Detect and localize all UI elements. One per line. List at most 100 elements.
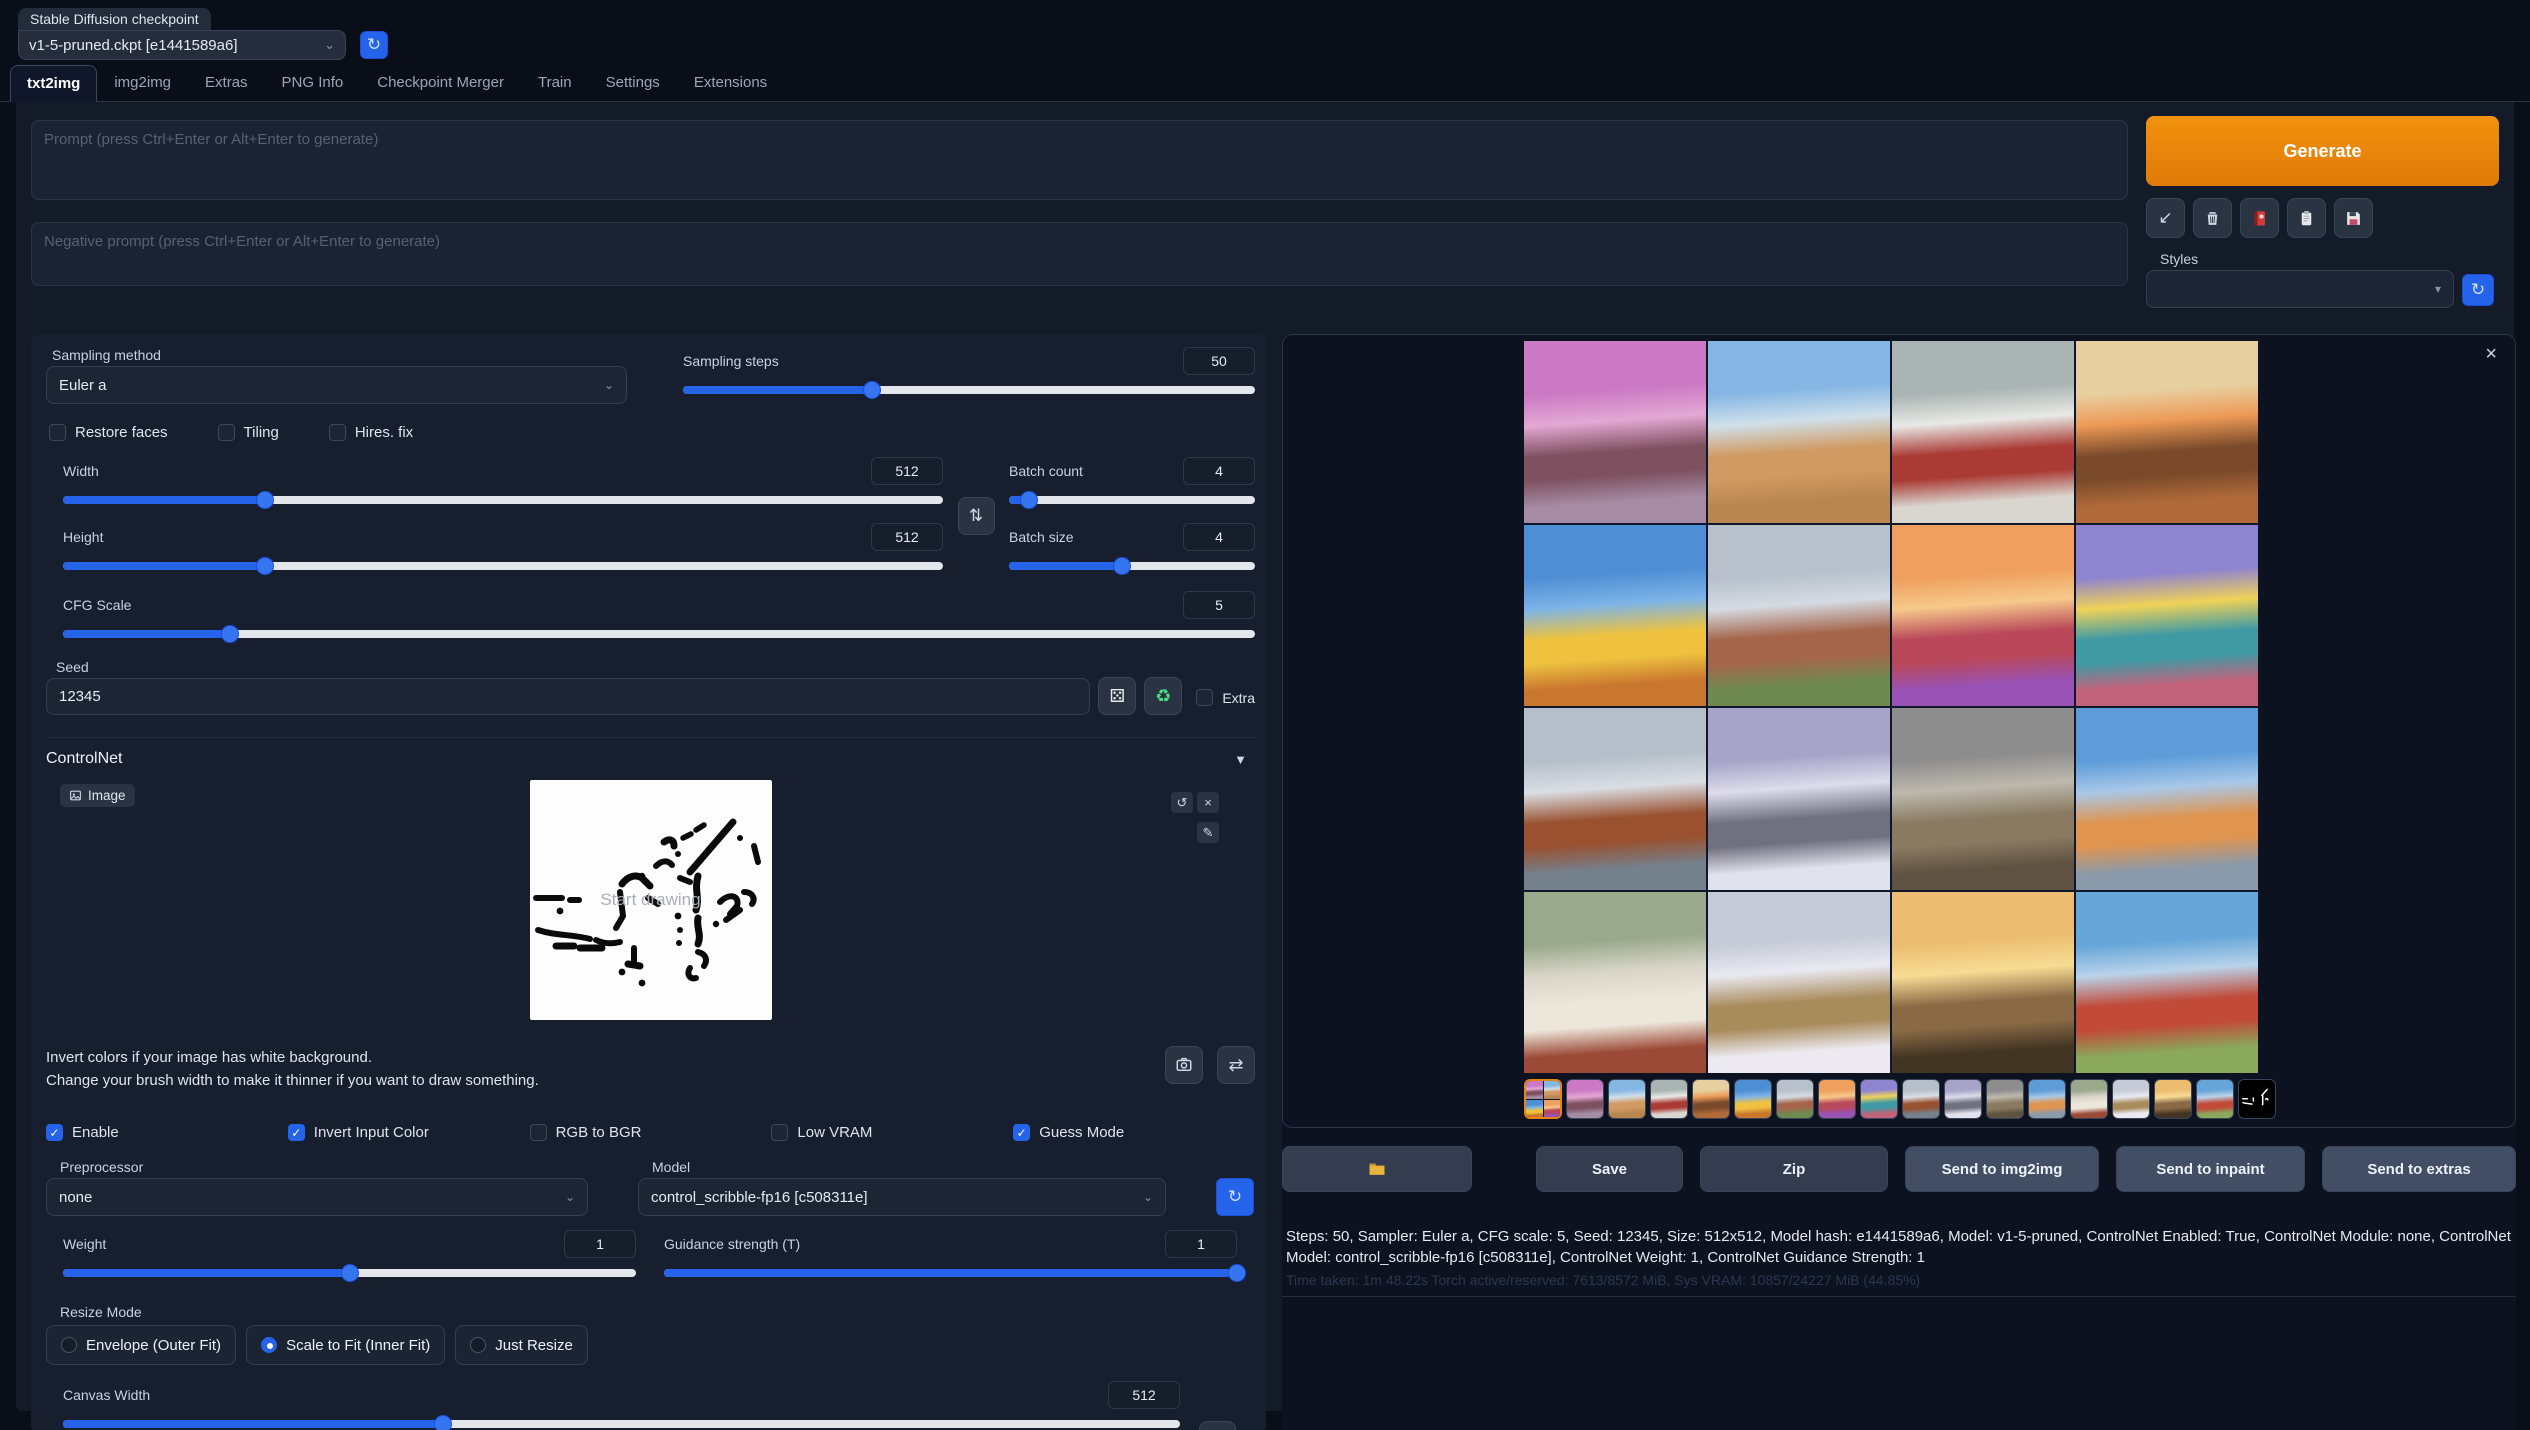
apply-style-button[interactable] [2240, 198, 2279, 238]
zip-button[interactable]: Zip [1700, 1146, 1888, 1192]
save-style-button[interactable] [2334, 198, 2373, 238]
gallery-image[interactable] [2076, 708, 2258, 890]
checkpoint-refresh-button[interactable]: ↻ [360, 31, 388, 59]
thumbnail-scribble-map[interactable] [2238, 1079, 2276, 1119]
checkbox[interactable]: ✓ [1013, 1124, 1030, 1141]
close-icon[interactable]: × [2485, 343, 2497, 366]
checkbox[interactable]: ✓ [329, 424, 346, 441]
gallery-image[interactable] [1524, 708, 1706, 890]
restore-faces-checkbox[interactable]: ✓ Restore faces [49, 424, 168, 441]
gallery-image[interactable] [1892, 708, 2074, 890]
checkpoint-dropdown[interactable]: v1-5-pruned.ckpt [e1441589a6] ⌄ [18, 30, 346, 60]
batch-size-slider[interactable] [1009, 557, 1255, 575]
tab-extras[interactable]: Extras [188, 64, 265, 101]
tab-train[interactable]: Train [521, 64, 589, 101]
width-slider[interactable] [63, 491, 943, 509]
thumbnail[interactable] [2112, 1079, 2150, 1119]
image-tab-chip[interactable]: Image [60, 784, 135, 807]
radio[interactable] [61, 1337, 77, 1353]
checkbox[interactable]: ✓ [218, 424, 235, 441]
swap-canvas-dims-button[interactable]: ⇅ [1199, 1421, 1236, 1430]
gallery-image[interactable] [2076, 525, 2258, 707]
brush-button[interactable]: ✎ [1197, 822, 1219, 843]
copy-style-button[interactable] [2287, 198, 2326, 238]
thumbnail[interactable] [1860, 1079, 1898, 1119]
checkbox[interactable]: ✓ [288, 1124, 305, 1141]
random-seed-button[interactable]: ⚄ [1098, 677, 1136, 715]
tab-settings[interactable]: Settings [589, 64, 677, 101]
guidance-strength-value[interactable]: 1 [1165, 1230, 1237, 1258]
controlnet-accordion-header[interactable]: ControlNet ▼ [46, 750, 1255, 768]
gallery-image[interactable] [1708, 525, 1890, 707]
width-value[interactable]: 512 [871, 457, 943, 485]
styles-refresh-button[interactable]: ↻ [2462, 274, 2494, 306]
gallery-image[interactable] [1892, 892, 2074, 1074]
thumbnail[interactable] [2196, 1079, 2234, 1119]
paste-params-button[interactable]: ↙ [2146, 198, 2185, 238]
result-grid-image[interactable] [1524, 341, 2258, 1073]
tab-img2img[interactable]: img2img [97, 64, 188, 101]
thumbnail[interactable] [1902, 1079, 1940, 1119]
save-button[interactable]: Save [1536, 1146, 1683, 1192]
batch-count-value[interactable]: 4 [1183, 457, 1255, 485]
gallery-image[interactable] [1524, 525, 1706, 707]
rgb-to-bgr-checkbox[interactable]: ✓ RGB to BGR [530, 1124, 772, 1141]
thumbnail[interactable] [2070, 1079, 2108, 1119]
thumbnail[interactable] [1692, 1079, 1730, 1119]
model-dropdown[interactable]: control_scribble-fp16 [c508311e] ⌄ [638, 1178, 1166, 1216]
tab-checkpoint-merger[interactable]: Checkpoint Merger [360, 64, 521, 101]
guidance-strength-slider[interactable] [664, 1264, 1237, 1282]
thumbnail[interactable] [1566, 1079, 1604, 1119]
resize-scale-to-fit-radio[interactable]: Scale to Fit (Inner Fit) [246, 1325, 445, 1365]
gallery-image[interactable] [1708, 892, 1890, 1074]
scribble-canvas[interactable]: Start drawing [530, 780, 772, 1020]
guess-mode-checkbox[interactable]: ✓ Guess Mode [1013, 1124, 1255, 1141]
checkbox[interactable]: ✓ [46, 1124, 63, 1141]
checkbox[interactable]: ✓ [530, 1124, 547, 1141]
hires-fix-checkbox[interactable]: ✓ Hires. fix [329, 424, 413, 441]
thumbnail[interactable] [1818, 1079, 1856, 1119]
batch-count-slider[interactable] [1009, 491, 1255, 509]
tab-extensions[interactable]: Extensions [677, 64, 784, 101]
thumbnail[interactable] [1986, 1079, 2024, 1119]
open-folder-button[interactable] [1282, 1146, 1472, 1192]
thumbnail[interactable] [1734, 1079, 1772, 1119]
send-to-img2img-button[interactable]: Send to img2img [1905, 1146, 2099, 1192]
sampling-method-dropdown[interactable]: Euler a ⌄ [46, 366, 627, 404]
cfg-scale-slider[interactable] [63, 625, 1255, 643]
gallery-image[interactable] [1708, 341, 1890, 523]
checkbox[interactable]: ✓ [49, 424, 66, 441]
preprocessor-dropdown[interactable]: none ⌄ [46, 1178, 588, 1216]
webcam-button[interactable] [1165, 1046, 1203, 1084]
tab-png-info[interactable]: PNG Info [265, 64, 361, 101]
thumbnail-grid-selected[interactable] [1524, 1079, 1562, 1119]
invert-input-color-checkbox[interactable]: ✓ Invert Input Color [288, 1124, 530, 1141]
resize-just-resize-radio[interactable]: Just Resize [455, 1325, 588, 1365]
height-value[interactable]: 512 [871, 523, 943, 551]
sampling-steps-value[interactable]: 50 [1183, 347, 1255, 375]
batch-size-value[interactable]: 4 [1183, 523, 1255, 551]
controlnet-enable-checkbox[interactable]: ✓ Enable [46, 1124, 288, 1141]
resize-envelope-radio[interactable]: Envelope (Outer Fit) [46, 1325, 236, 1365]
gallery-image[interactable] [1892, 525, 2074, 707]
swap-width-height-button[interactable]: ⇅ [958, 497, 995, 535]
thumbnail[interactable] [1944, 1079, 1982, 1119]
tab-txt2img[interactable]: txt2img [10, 65, 97, 102]
sampling-steps-slider[interactable] [683, 381, 1255, 399]
low-vram-checkbox[interactable]: ✓ Low VRAM [771, 1124, 1013, 1141]
cfg-scale-value[interactable]: 5 [1183, 591, 1255, 619]
send-to-extras-button[interactable]: Send to extras [2322, 1146, 2516, 1192]
send-to-inpaint-button[interactable]: Send to inpaint [2116, 1146, 2305, 1192]
mirror-webcam-button[interactable]: ⇄ [1217, 1046, 1255, 1084]
undo-button[interactable]: ↺ [1171, 792, 1193, 813]
radio[interactable] [470, 1337, 486, 1353]
checkbox[interactable]: ✓ [771, 1124, 788, 1141]
styles-dropdown[interactable]: ▾ [2146, 270, 2454, 308]
canvas-width-slider[interactable] [63, 1415, 1180, 1430]
thumbnail[interactable] [2028, 1079, 2066, 1119]
clear-image-button[interactable]: × [1197, 792, 1219, 813]
height-slider[interactable] [63, 557, 943, 575]
model-refresh-button[interactable]: ↻ [1216, 1178, 1254, 1216]
radio[interactable] [261, 1337, 277, 1353]
negative-prompt-input[interactable] [31, 222, 2128, 286]
